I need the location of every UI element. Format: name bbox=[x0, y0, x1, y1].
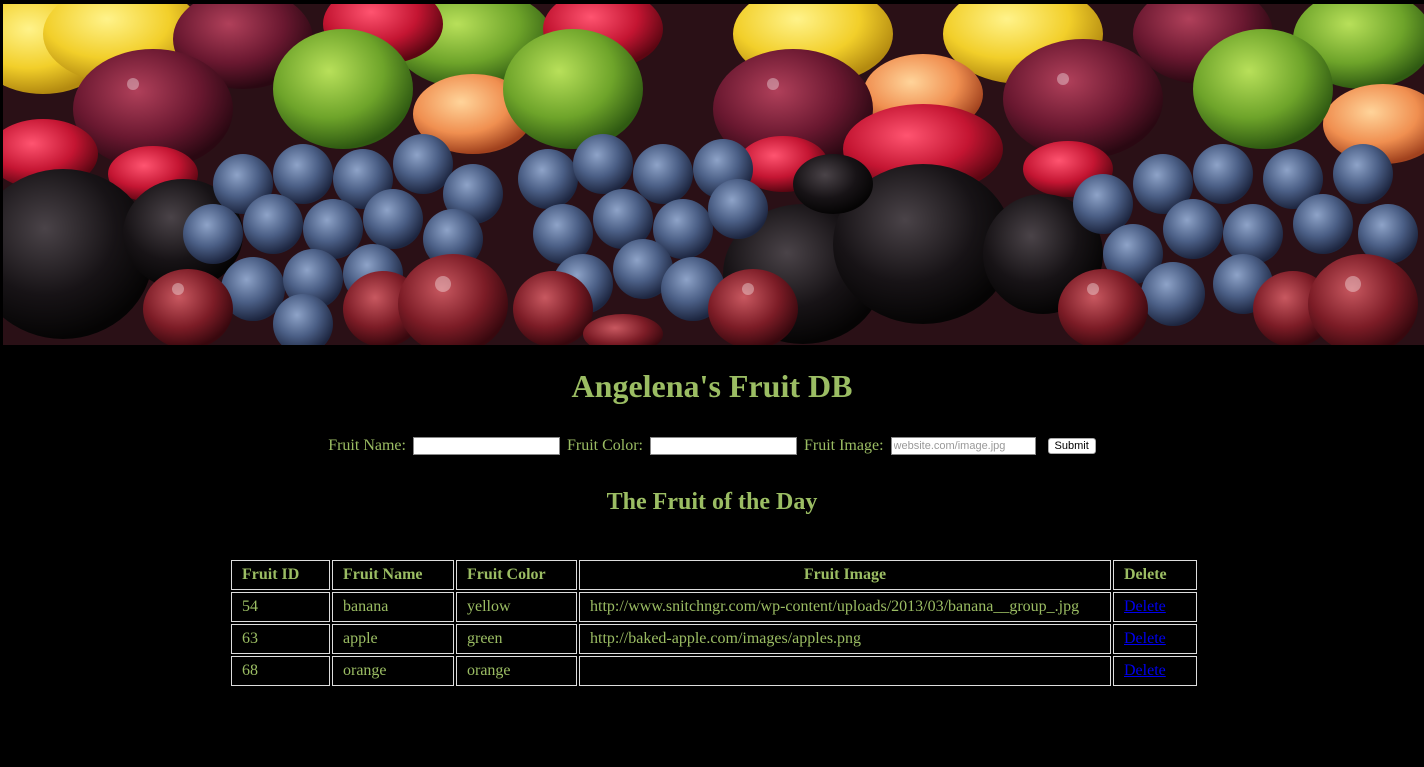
fruit-color-cell: green bbox=[456, 624, 577, 654]
add-fruit-form: Fruit Name: Fruit Color: Fruit Image: Su… bbox=[0, 437, 1424, 456]
fruit-image-label: Fruit Image: bbox=[803, 437, 884, 454]
page-title: Angelena's Fruit DB bbox=[571, 368, 853, 404]
table-row: 63 apple green http://baked-apple.com/im… bbox=[231, 624, 1197, 654]
fruit-color-cell: orange bbox=[456, 656, 577, 686]
fruit-name-label: Fruit Name: bbox=[328, 437, 406, 454]
column-header-id: Fruit ID bbox=[231, 560, 330, 590]
fruit-id-cell: 54 bbox=[231, 592, 330, 622]
fruit-image-input[interactable] bbox=[890, 437, 1036, 456]
fruit-color-label: Fruit Color: bbox=[566, 437, 643, 454]
section-title: The Fruit of the Day bbox=[606, 489, 818, 515]
fruit-id-cell: 68 bbox=[231, 656, 330, 686]
table-row: 68 orange orange Delete bbox=[231, 656, 1197, 686]
column-header-name: Fruit Name bbox=[332, 560, 454, 590]
fruit-color-input[interactable] bbox=[649, 437, 797, 456]
fruit-color-cell: yellow bbox=[456, 592, 577, 622]
column-header-color: Fruit Color bbox=[456, 560, 577, 590]
delete-cell: Delete bbox=[1113, 656, 1197, 686]
fruit-name-cell: banana bbox=[332, 592, 454, 622]
fruit-name-input[interactable] bbox=[412, 437, 560, 456]
fruit-table: Fruit ID Fruit Name Fruit Color Fruit Im… bbox=[229, 558, 1199, 688]
fruit-image-cell: http://baked-apple.com/images/apples.png bbox=[579, 624, 1111, 654]
delete-cell: Delete bbox=[1113, 592, 1197, 622]
submit-button[interactable]: Submit bbox=[1047, 438, 1096, 455]
fruit-name-cell: orange bbox=[332, 656, 454, 686]
fruit-image-cell: http://www.snitchngr.com/wp-content/uplo… bbox=[579, 592, 1111, 622]
fruit-image-cell bbox=[579, 656, 1111, 686]
table-row: 54 banana yellow http://www.snitchngr.co… bbox=[231, 592, 1197, 622]
column-header-image: Fruit Image bbox=[579, 560, 1111, 590]
fruit-id-cell: 63 bbox=[231, 624, 330, 654]
fruit-name-cell: apple bbox=[332, 624, 454, 654]
fruit-banner-image bbox=[3, 4, 1424, 345]
delete-link[interactable]: Delete bbox=[1124, 662, 1166, 679]
delete-cell: Delete bbox=[1113, 624, 1197, 654]
table-header-row: Fruit ID Fruit Name Fruit Color Fruit Im… bbox=[231, 560, 1197, 590]
column-header-delete: Delete bbox=[1113, 560, 1197, 590]
delete-link[interactable]: Delete bbox=[1124, 630, 1166, 647]
delete-link[interactable]: Delete bbox=[1124, 598, 1166, 615]
